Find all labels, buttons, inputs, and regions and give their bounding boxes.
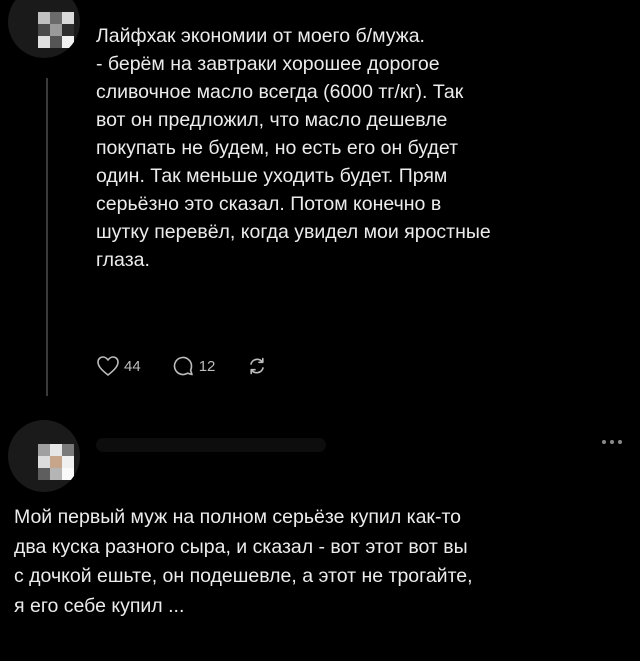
repost-button[interactable] xyxy=(245,354,269,378)
dot xyxy=(610,440,614,444)
dot xyxy=(602,440,606,444)
avatar-pixel xyxy=(50,24,62,36)
avatar-pixel xyxy=(38,444,50,456)
avatar-pixel xyxy=(38,12,50,24)
avatar-pixel xyxy=(62,12,74,24)
avatar-pixel xyxy=(62,444,74,456)
avatar-pixel xyxy=(62,36,74,48)
avatar-pixel xyxy=(50,36,62,48)
avatar-pixel xyxy=(38,456,50,468)
post-actions: 44 12 xyxy=(96,354,299,378)
heart-icon xyxy=(97,356,119,376)
reply-button[interactable]: 12 xyxy=(171,354,216,378)
avatar-pixel xyxy=(38,468,50,480)
avatar-pixel xyxy=(38,24,50,36)
author-name-blurred xyxy=(96,438,326,452)
avatar-pixel xyxy=(50,468,62,480)
avatar-pixel xyxy=(50,444,62,456)
post-text: Мой первый муж на полном серьёзе купил к… xyxy=(14,506,473,617)
post-text: Лайфхак экономии от моего б/мужа. - берё… xyxy=(96,25,491,271)
avatar-pixel xyxy=(50,12,62,24)
avatar[interactable] xyxy=(8,0,80,58)
reply-count: 12 xyxy=(198,357,216,375)
like-count: 44 xyxy=(124,357,141,375)
dot xyxy=(618,440,622,444)
repost-icon xyxy=(250,357,265,375)
avatar-pixel xyxy=(38,36,50,48)
more-dots-icon[interactable] xyxy=(602,440,622,444)
comment-icon xyxy=(173,356,193,376)
like-button[interactable]: 44 xyxy=(96,355,141,377)
thread-line xyxy=(46,78,48,396)
avatar-pixel xyxy=(50,456,62,468)
avatar[interactable] xyxy=(8,420,80,492)
avatar-pixel xyxy=(62,468,74,480)
avatar-pixel xyxy=(62,456,74,468)
avatar-pixel xyxy=(62,24,74,36)
